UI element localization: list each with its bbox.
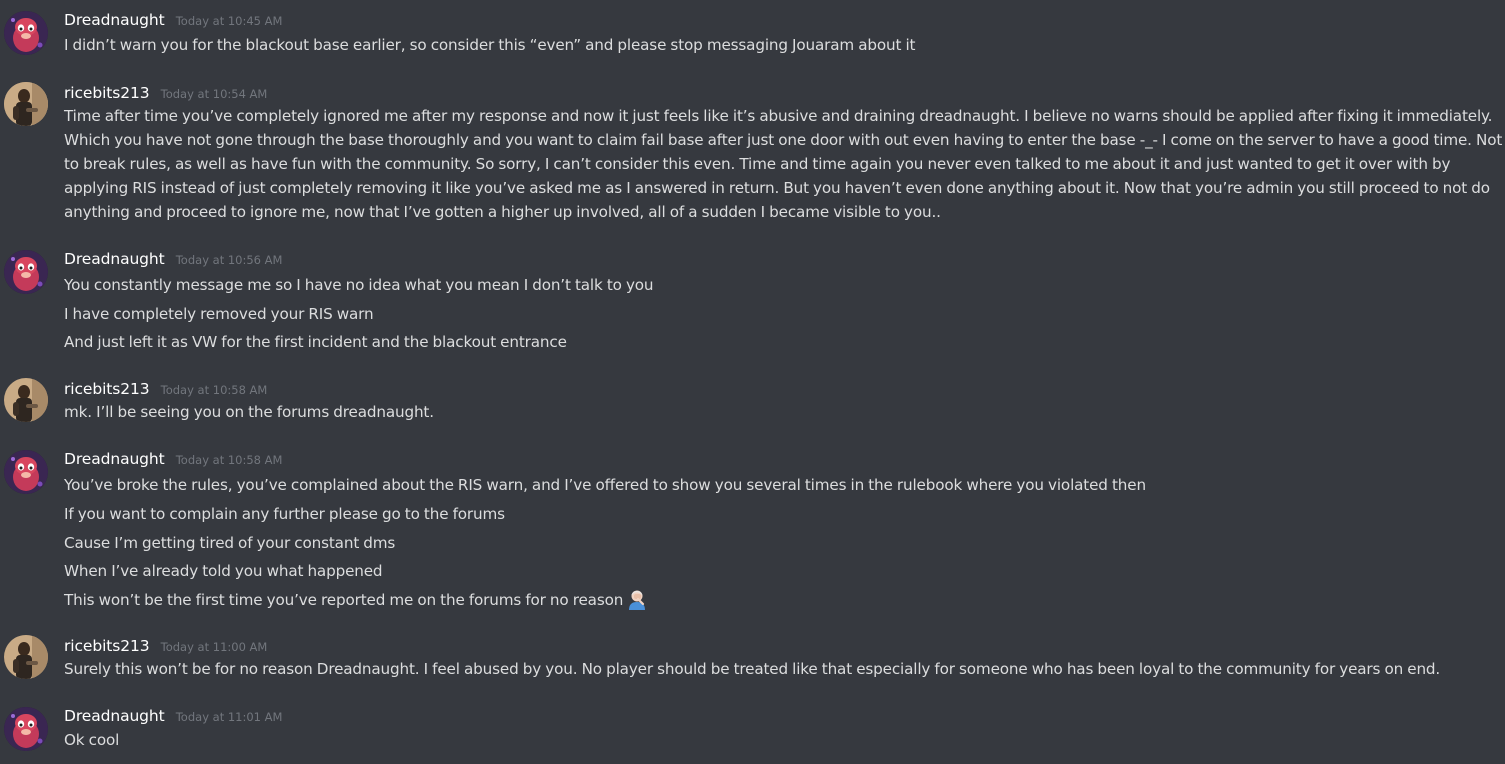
message-header: ricebits213 Today at 10:58 AM <box>64 379 267 401</box>
message-text: mk. I’ll be seeing you on the forums dre… <box>64 403 434 421</box>
message-header: Dreadnaught Today at 11:01 AM <box>64 706 282 728</box>
message-content: Ok cool <box>64 728 1492 752</box>
message-text: Which you have not gone through the base… <box>64 131 1503 149</box>
message-header: Dreadnaught Today at 10:56 AM <box>64 249 282 271</box>
message-content: I didn’t warn you for the blackout base … <box>64 33 1492 57</box>
message-text: This won’t be the first time you’ve repo… <box>64 591 624 610</box>
timestamp: Today at 10:54 AM <box>160 87 268 101</box>
timestamp: Today at 10:56 AM <box>175 253 283 267</box>
username[interactable]: ricebits213 <box>64 637 150 655</box>
ricebits-avatar[interactable] <box>4 378 48 422</box>
username[interactable]: Dreadnaught <box>64 707 165 725</box>
message-header: ricebits213 Today at 11:00 AM <box>64 636 267 658</box>
message-text: I didn’t warn you for the blackout base … <box>64 36 916 54</box>
message-content: You constantly message me so I have no i… <box>64 271 1492 357</box>
username[interactable]: ricebits213 <box>64 84 150 102</box>
message-text: When I’ve already told you what happened <box>64 562 383 581</box>
message-text: to break rules, as well as have fun with… <box>64 155 1451 173</box>
timestamp: Today at 10:58 AM <box>160 383 268 397</box>
username[interactable]: Dreadnaught <box>64 450 165 468</box>
timestamp: Today at 11:00 AM <box>160 640 268 654</box>
message-text-with-emoji: This won’t be the first time you’ve repo… <box>64 586 1492 615</box>
message-header: Dreadnaught Today at 10:45 AM <box>64 10 282 32</box>
message-header: ricebits213 Today at 10:54 AM <box>64 83 267 105</box>
message-text: applying RIS instead of just completely … <box>64 179 1490 197</box>
timestamp: Today at 11:01 AM <box>175 710 283 724</box>
message-header: Dreadnaught Today at 10:58 AM <box>64 449 282 471</box>
username[interactable]: ricebits213 <box>64 380 150 398</box>
message-text: anything and proceed to ignore me, now t… <box>64 203 941 221</box>
timestamp: Today at 10:58 AM <box>175 453 283 467</box>
message-text: If you want to complain any further plea… <box>64 504 505 523</box>
message-text: Surely this won’t be for no reason Dread… <box>64 660 1441 678</box>
message-text: Time after time you’ve completely ignore… <box>64 107 1493 125</box>
dreadnaught-avatar[interactable] <box>4 450 48 494</box>
username[interactable]: Dreadnaught <box>64 11 165 29</box>
man-facepalming-emoji[interactable] <box>626 588 648 611</box>
ricebits-avatar[interactable] <box>4 82 48 126</box>
timestamp: Today at 10:45 AM <box>175 14 283 28</box>
ricebits-avatar[interactable] <box>4 635 48 679</box>
chat-messages: Dreadnaught Today at 10:45 AM I didn’t w… <box>0 0 1505 764</box>
message-content: Time after time you’ve completely ignore… <box>64 104 1503 224</box>
dreadnaught-avatar[interactable] <box>4 250 48 294</box>
message-text: Cause I’m getting tired of your constant… <box>64 533 396 552</box>
message-text: You constantly message me so I have no i… <box>64 276 654 294</box>
message-content: Surely this won’t be for no reason Dread… <box>64 657 1492 681</box>
message-text: And just left it as VW for the first inc… <box>64 333 567 351</box>
message-content: mk. I’ll be seeing you on the forums dre… <box>64 400 1492 424</box>
dreadnaught-avatar[interactable] <box>4 11 48 55</box>
message-text: I have completely removed your RIS warn <box>64 304 374 323</box>
message-text: Ok cool <box>64 731 120 749</box>
dreadnaught-avatar[interactable] <box>4 707 48 751</box>
message-content: You’ve broke the rules, you’ve complaine… <box>64 471 1492 615</box>
username[interactable]: Dreadnaught <box>64 250 165 268</box>
message-text: You’ve broke the rules, you’ve complaine… <box>64 476 1146 494</box>
